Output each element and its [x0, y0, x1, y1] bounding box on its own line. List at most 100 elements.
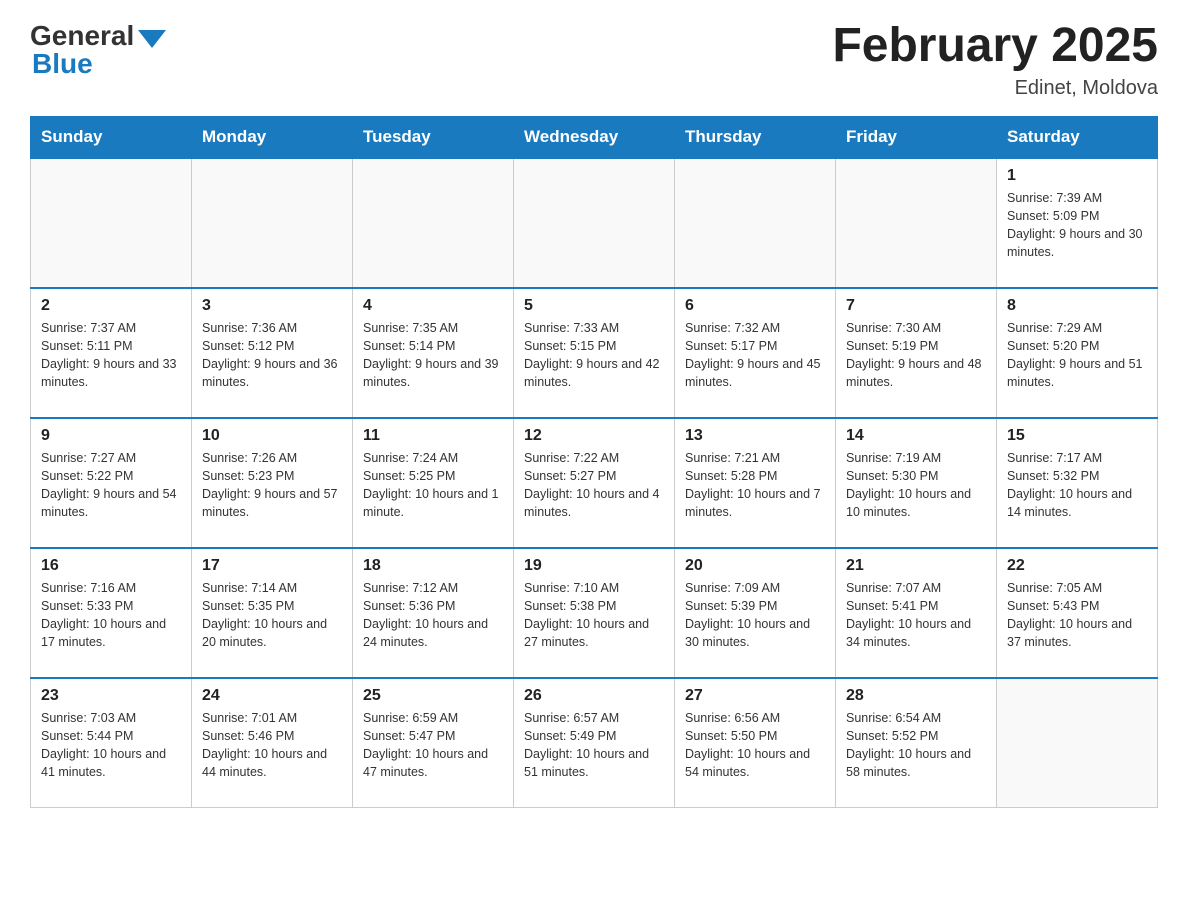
- calendar-cell: [675, 158, 836, 288]
- calendar-cell: 28 Sunrise: 6:54 AM Sunset: 5:52 PM Dayli…: [836, 678, 997, 808]
- calendar-week-row: 2Sunrise: 7:37 AM Sunset: 5:11 PM Daylig…: [31, 288, 1158, 418]
- day-number: 26: [524, 687, 664, 705]
- day-number: 16: [41, 557, 181, 575]
- calendar-cell: 21Sunrise: 7:07 AM Sunset: 5:41 PM Dayli…: [836, 548, 997, 678]
- day-info: Sunrise: 7:39 AM Sunset: 5:09 PM Dayligh…: [1007, 189, 1147, 262]
- day-info: Sunrise: 7:17 AM Sunset: 5:32 PM Dayligh…: [1007, 449, 1147, 522]
- calendar-cell: 25 Sunrise: 6:59 AM Sunset: 5:47 PM Dayli…: [353, 678, 514, 808]
- day-number: 14: [846, 427, 986, 445]
- weekday-header-friday: Friday: [836, 116, 997, 158]
- day-info: Sunrise: 7:26 AM Sunset: 5:23 PM Dayligh…: [202, 449, 342, 522]
- day-number: 24: [202, 687, 342, 705]
- calendar-cell: 23 Sunrise: 7:03 AM Sunset: 5:44 PM Dayli…: [31, 678, 192, 808]
- calendar-cell: 8 Sunrise: 7:29 AM Sunset: 5:20 PM Daylig…: [997, 288, 1158, 418]
- day-number: 23: [41, 687, 181, 705]
- day-number: 17: [202, 557, 342, 575]
- calendar-cell: 10 Sunrise: 7:26 AM Sunset: 5:23 PM Dayli…: [192, 418, 353, 548]
- month-title: February 2025: [832, 20, 1158, 73]
- day-info: Sunrise: 7:05 AM Sunset: 5:43 PM Dayligh…: [1007, 579, 1147, 652]
- day-number: 10: [202, 427, 342, 445]
- calendar-week-row: 23 Sunrise: 7:03 AM Sunset: 5:44 PM Dayli…: [31, 678, 1158, 808]
- day-number: 18: [363, 557, 503, 575]
- day-number: 2: [41, 297, 181, 315]
- day-info: Sunrise: 7:03 AM Sunset: 5:44 PM Dayligh…: [41, 709, 181, 782]
- calendar-cell: 14 Sunrise: 7:19 AM Sunset: 5:30 PM Dayli…: [836, 418, 997, 548]
- day-info: Sunrise: 7:27 AM Sunset: 5:22 PM Dayligh…: [41, 449, 181, 522]
- day-number: 4: [363, 297, 503, 315]
- calendar-cell: 22 Sunrise: 7:05 AM Sunset: 5:43 PM Dayli…: [997, 548, 1158, 678]
- calendar-week-row: 9Sunrise: 7:27 AM Sunset: 5:22 PM Daylig…: [31, 418, 1158, 548]
- day-number: 5: [524, 297, 664, 315]
- day-info: Sunrise: 7:22 AM Sunset: 5:27 PM Dayligh…: [524, 449, 664, 522]
- title-area: February 2025 Edinet, Moldova: [832, 20, 1158, 100]
- day-info: Sunrise: 7:01 AM Sunset: 5:46 PM Dayligh…: [202, 709, 342, 782]
- calendar-cell: 13 Sunrise: 7:21 AM Sunset: 5:28 PM Dayli…: [675, 418, 836, 548]
- day-info: Sunrise: 6:57 AM Sunset: 5:49 PM Dayligh…: [524, 709, 664, 782]
- day-number: 11: [363, 427, 503, 445]
- day-info: Sunrise: 7:21 AM Sunset: 5:28 PM Dayligh…: [685, 449, 825, 522]
- weekday-header-sunday: Sunday: [31, 116, 192, 158]
- logo-blue-text: Blue: [30, 48, 93, 80]
- weekday-header-monday: Monday: [192, 116, 353, 158]
- calendar-cell: 6 Sunrise: 7:32 AM Sunset: 5:17 PM Daylig…: [675, 288, 836, 418]
- calendar-cell: [192, 158, 353, 288]
- day-info: Sunrise: 7:07 AM Sunset: 5:41 PM Dayligh…: [846, 579, 986, 652]
- day-number: 13: [685, 427, 825, 445]
- calendar-cell: 17 Sunrise: 7:14 AM Sunset: 5:35 PM Dayli…: [192, 548, 353, 678]
- calendar-cell: 18 Sunrise: 7:12 AM Sunset: 5:36 PM Dayli…: [353, 548, 514, 678]
- day-info: Sunrise: 6:56 AM Sunset: 5:50 PM Dayligh…: [685, 709, 825, 782]
- day-info: Sunrise: 7:14 AM Sunset: 5:35 PM Dayligh…: [202, 579, 342, 652]
- day-info: Sunrise: 7:29 AM Sunset: 5:20 PM Dayligh…: [1007, 319, 1147, 392]
- calendar-cell: 12 Sunrise: 7:22 AM Sunset: 5:27 PM Dayli…: [514, 418, 675, 548]
- day-number: 22: [1007, 557, 1147, 575]
- calendar-cell: 5 Sunrise: 7:33 AM Sunset: 5:15 PM Daylig…: [514, 288, 675, 418]
- calendar-header-row: SundayMondayTuesdayWednesdayThursdayFrid…: [31, 116, 1158, 158]
- day-info: Sunrise: 7:12 AM Sunset: 5:36 PM Dayligh…: [363, 579, 503, 652]
- calendar-week-row: 16 Sunrise: 7:16 AM Sunset: 5:33 PM Dayli…: [31, 548, 1158, 678]
- logo-arrow-icon: [138, 30, 166, 48]
- calendar-cell: 7Sunrise: 7:30 AM Sunset: 5:19 PM Daylig…: [836, 288, 997, 418]
- calendar-week-row: 1 Sunrise: 7:39 AM Sunset: 5:09 PM Daylig…: [31, 158, 1158, 288]
- location: Edinet, Moldova: [832, 77, 1158, 100]
- calendar-cell: 11 Sunrise: 7:24 AM Sunset: 5:25 PM Dayli…: [353, 418, 514, 548]
- calendar-cell: 1 Sunrise: 7:39 AM Sunset: 5:09 PM Daylig…: [997, 158, 1158, 288]
- day-number: 25: [363, 687, 503, 705]
- day-info: Sunrise: 7:16 AM Sunset: 5:33 PM Dayligh…: [41, 579, 181, 652]
- calendar-cell: 4 Sunrise: 7:35 AM Sunset: 5:14 PM Daylig…: [353, 288, 514, 418]
- day-info: Sunrise: 7:24 AM Sunset: 5:25 PM Dayligh…: [363, 449, 503, 522]
- day-number: 27: [685, 687, 825, 705]
- day-info: Sunrise: 7:30 AM Sunset: 5:19 PM Dayligh…: [846, 319, 986, 392]
- calendar-cell: [836, 158, 997, 288]
- calendar-cell: 20 Sunrise: 7:09 AM Sunset: 5:39 PM Dayli…: [675, 548, 836, 678]
- calendar-cell: 9Sunrise: 7:27 AM Sunset: 5:22 PM Daylig…: [31, 418, 192, 548]
- day-info: Sunrise: 6:59 AM Sunset: 5:47 PM Dayligh…: [363, 709, 503, 782]
- calendar-cell: 24 Sunrise: 7:01 AM Sunset: 5:46 PM Dayli…: [192, 678, 353, 808]
- day-info: Sunrise: 7:09 AM Sunset: 5:39 PM Dayligh…: [685, 579, 825, 652]
- day-number: 28: [846, 687, 986, 705]
- calendar-cell: 15 Sunrise: 7:17 AM Sunset: 5:32 PM Dayli…: [997, 418, 1158, 548]
- calendar-cell: [514, 158, 675, 288]
- weekday-header-saturday: Saturday: [997, 116, 1158, 158]
- day-info: Sunrise: 7:33 AM Sunset: 5:15 PM Dayligh…: [524, 319, 664, 392]
- day-number: 20: [685, 557, 825, 575]
- day-info: Sunrise: 7:10 AM Sunset: 5:38 PM Dayligh…: [524, 579, 664, 652]
- calendar-cell: [997, 678, 1158, 808]
- calendar-cell: [353, 158, 514, 288]
- calendar-table: SundayMondayTuesdayWednesdayThursdayFrid…: [30, 116, 1158, 809]
- day-number: 1: [1007, 167, 1147, 185]
- calendar-cell: 16 Sunrise: 7:16 AM Sunset: 5:33 PM Dayli…: [31, 548, 192, 678]
- day-info: Sunrise: 7:19 AM Sunset: 5:30 PM Dayligh…: [846, 449, 986, 522]
- day-info: Sunrise: 6:54 AM Sunset: 5:52 PM Dayligh…: [846, 709, 986, 782]
- day-number: 6: [685, 297, 825, 315]
- calendar-cell: [31, 158, 192, 288]
- calendar-cell: 2Sunrise: 7:37 AM Sunset: 5:11 PM Daylig…: [31, 288, 192, 418]
- day-number: 12: [524, 427, 664, 445]
- day-number: 15: [1007, 427, 1147, 445]
- day-number: 8: [1007, 297, 1147, 315]
- calendar-cell: 19Sunrise: 7:10 AM Sunset: 5:38 PM Dayli…: [514, 548, 675, 678]
- weekday-header-tuesday: Tuesday: [353, 116, 514, 158]
- day-info: Sunrise: 7:35 AM Sunset: 5:14 PM Dayligh…: [363, 319, 503, 392]
- calendar-cell: 27 Sunrise: 6:56 AM Sunset: 5:50 PM Dayli…: [675, 678, 836, 808]
- page-header: General Blue February 2025 Edinet, Moldo…: [30, 20, 1158, 100]
- day-info: Sunrise: 7:32 AM Sunset: 5:17 PM Dayligh…: [685, 319, 825, 392]
